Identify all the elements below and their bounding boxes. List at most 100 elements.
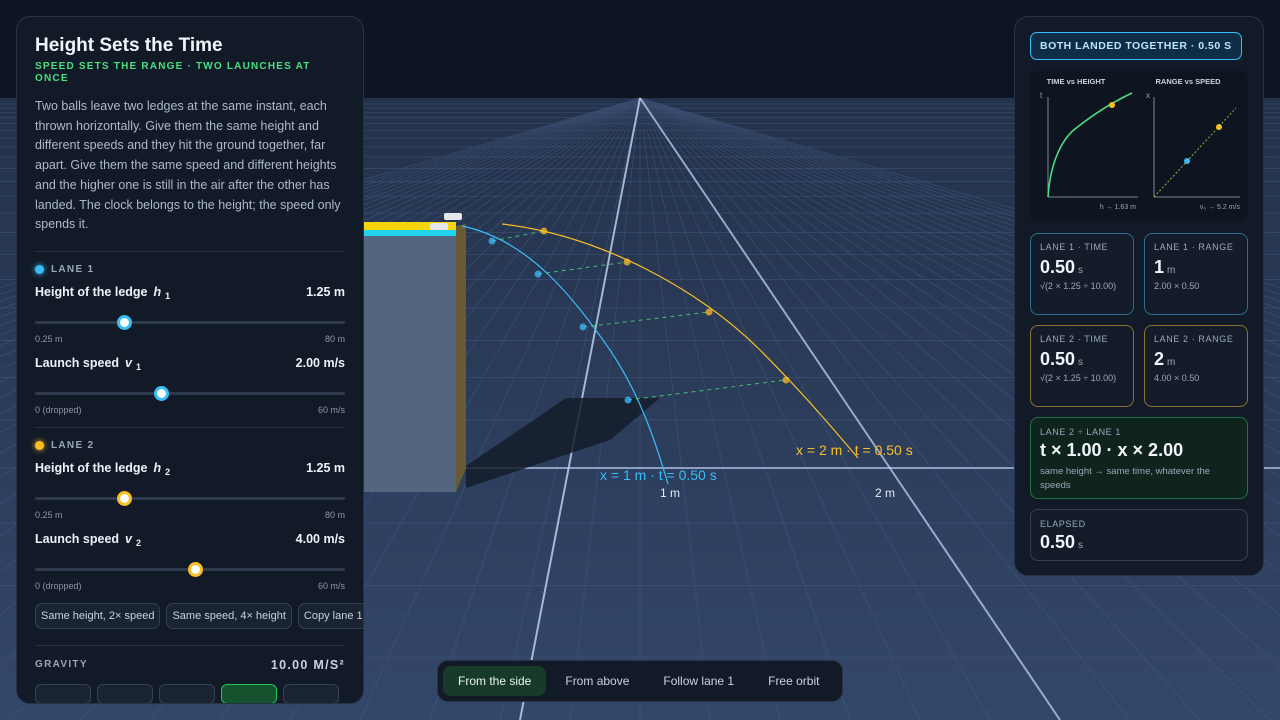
lane2-speed-label: Launch speed v 2	[35, 531, 142, 549]
lane2-color-dot-icon	[35, 440, 44, 450]
view-follow-lane1-button[interactable]: Follow lane 1	[648, 666, 749, 696]
time-chart-point	[1109, 102, 1115, 108]
gravity-row: GRAVITY 10.00 M/S²	[35, 658, 345, 672]
lane1-height-row: Height of the ledge h 1 1.25 m	[35, 285, 345, 303]
lane2-speed-value: 4.00 m/s	[295, 531, 345, 546]
divider	[35, 426, 345, 428]
view-from-side-button[interactable]: From the side	[443, 666, 547, 696]
card-label: LANE 2 · TIME	[1040, 334, 1109, 344]
description-text: Two balls leave two ledges at the same i…	[35, 99, 341, 232]
time-axis-label: t	[1040, 91, 1043, 100]
lane2-speed-range: 0 (dropped) 60 m/s	[35, 580, 345, 591]
lane2-landing-label: x = 2 m · t = 0.50 s	[796, 442, 913, 458]
divider	[35, 644, 345, 646]
view-from-above-button[interactable]: From above	[550, 666, 644, 696]
lane2-height-range: 0.25 m 80 m	[35, 509, 345, 520]
lane1-range-card: LANE 1 · RANGE 1m 2.00 × 0.50	[1144, 233, 1248, 315]
camera-view-bar: From the side From above Follow lane 1 F…	[437, 660, 843, 702]
lane1-height-slider[interactable]	[35, 312, 345, 332]
ratio-value: t × 1.00 · x × 2.00	[1040, 440, 1184, 460]
mini-charts: TIME vs HEIGHT RANGE vs SPEED t x h → 1.…	[1030, 71, 1248, 221]
lane1-trajectory-marker	[624, 396, 632, 404]
card-value: 0.50 s	[1040, 257, 1084, 277]
lane1-height-range: 0.25 m 80 m	[35, 333, 345, 344]
lane1-color-dot-icon	[35, 264, 44, 274]
card-formula: √(2 × 1.25 ÷ 10.00)	[1040, 373, 1117, 383]
lane1-landing-label: x = 1 m · t = 0.50 s	[600, 467, 717, 483]
lane2-height-slider[interactable]	[35, 488, 345, 508]
speed-axis-note: v₀ → 5.2 m/s	[1200, 204, 1241, 211]
tick-1m-label: 1 m	[660, 486, 680, 500]
gravity-preset-button[interactable]	[35, 683, 91, 703]
elapsed-label: ELAPSED	[1040, 519, 1086, 529]
gravity-value: 10.00 M/S²	[270, 657, 345, 672]
card-label: LANE 2 · RANGE	[1154, 334, 1234, 344]
tick-2m-label: 2 m	[875, 486, 895, 500]
lane2-heading-label: LANE 2	[51, 439, 95, 451]
result-cards: LANE 1 · TIME 0.50 s √(2 × 1.25 ÷ 10.00) …	[1030, 233, 1248, 407]
gravity-preset-button[interactable]	[97, 683, 153, 703]
status-badge: BOTH LANDED TOGETHER · 0.50 S	[1030, 32, 1242, 60]
range-vs-speed-title: RANGE vs SPEED	[1155, 77, 1221, 86]
card-value: 2m	[1154, 349, 1176, 369]
ratio-card: LANE 2 ÷ LANE 1 t × 1.00 · x × 2.00 same…	[1030, 417, 1248, 499]
lane2-trajectory-marker	[540, 227, 548, 235]
lane1-speed-row: Launch speed v 1 2.00 m/s	[35, 356, 345, 374]
range-chart-lane1-point	[1184, 158, 1190, 164]
mini-charts-svg: TIME vs HEIGHT RANGE vs SPEED t x h → 1.…	[1040, 77, 1241, 211]
ratio-label: LANE 2 ÷ LANE 1	[1040, 427, 1121, 437]
lane1-speed-value: 2.00 m/s	[295, 355, 345, 370]
preset-copy-lane1-button[interactable]: Copy lane 1	[297, 602, 363, 629]
gravity-preset-button[interactable]	[159, 683, 215, 703]
lane1-speed-slider-handle[interactable]	[154, 385, 170, 401]
card-formula: 2.00 × 0.50	[1154, 281, 1200, 291]
range-vs-speed-line	[1153, 107, 1237, 198]
ledge-block	[364, 213, 466, 492]
range-chart-lane2-point	[1216, 124, 1222, 130]
card-formula: 4.00 × 0.50	[1154, 373, 1200, 383]
lane1-speed-range: 0 (dropped) 60 m/s	[35, 404, 345, 415]
controls-panel: Height Sets the Time SPEED SETS THE RANG…	[16, 16, 364, 704]
card-label: LANE 1 · TIME	[1040, 242, 1109, 252]
page-subtitle: SPEED SETS THE RANGE · TWO LAUNCHES AT O…	[35, 61, 311, 84]
lane1-heading-label: LANE 1	[51, 263, 95, 275]
lane2-height-row: Height of the ledge h 2 1.25 m	[35, 461, 345, 479]
lane2-speed-row: Launch speed v 2 4.00 m/s	[35, 532, 345, 550]
lane2-trajectory-marker	[623, 258, 631, 266]
lane2-speed-slider[interactable]	[35, 559, 345, 579]
gravity-preset-button[interactable]	[221, 683, 277, 703]
ratio-note: same height → same time, whatever the sp…	[1040, 466, 1211, 491]
elapsed-card: ELAPSED 0.50 s	[1030, 509, 1248, 561]
lane2-height-label: Height of the ledge h 2	[35, 460, 171, 478]
time-vs-height-title: TIME vs HEIGHT	[1047, 77, 1106, 86]
lane1-speed-label: Launch speed v 1	[35, 355, 142, 373]
preset-same-height-button[interactable]: Same height, 2× speed	[35, 602, 161, 629]
preset-buttons: Same height, 2× speed Same speed, 4× hei…	[35, 602, 363, 629]
range-axis-label: x	[1146, 91, 1150, 100]
view-free-orbit-button[interactable]: Free orbit	[753, 666, 834, 696]
lane2-time-card: LANE 2 · TIME 0.50 s √(2 × 1.25 ÷ 10.00)	[1030, 325, 1134, 407]
height-axis-note: h → 1.63 m	[1100, 204, 1136, 211]
divider	[35, 250, 345, 252]
elapsed-value: 0.50 s	[1040, 532, 1084, 552]
lane2-heading: LANE 2	[35, 440, 345, 451]
gravity-preset-buttons	[35, 683, 345, 703]
card-value: 1m	[1154, 257, 1176, 277]
lane1-speed-slider[interactable]	[35, 383, 345, 403]
lane2-height-slider-handle[interactable]	[116, 490, 132, 506]
lane2-trajectory-marker	[782, 376, 790, 384]
lane1-trajectory-marker	[488, 237, 496, 245]
lane1-height-slider-handle[interactable]	[116, 314, 132, 330]
card-value: 0.50 s	[1040, 349, 1084, 369]
results-panel: BOTH LANDED TOGETHER · 0.50 S TIME vs HE…	[1014, 16, 1264, 576]
lane1-trajectory-marker	[579, 323, 587, 331]
lane2-height-value: 1.25 m	[306, 460, 345, 475]
gravity-preset-button[interactable]	[283, 683, 339, 703]
lane2-trajectory-marker	[705, 308, 713, 316]
lane1-height-value: 1.25 m	[306, 284, 345, 299]
preset-same-speed-button[interactable]: Same speed, 4× height	[166, 602, 292, 629]
time-vs-height-curve	[1047, 92, 1133, 198]
page-title: Height Sets the Time	[35, 35, 223, 56]
lane2-speed-slider-handle[interactable]	[188, 561, 204, 577]
lane1-trajectory-marker	[534, 270, 542, 278]
